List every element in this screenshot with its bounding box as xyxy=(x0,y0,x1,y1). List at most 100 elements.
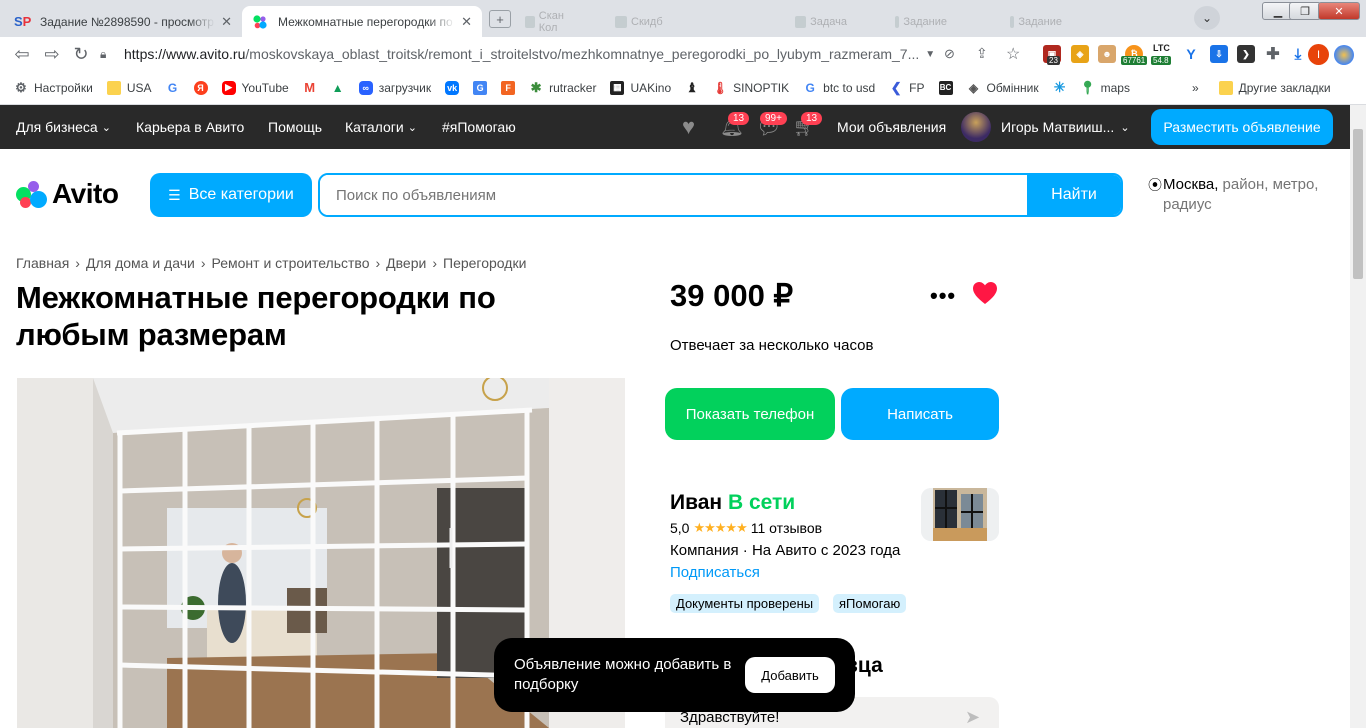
user-avatar[interactable] xyxy=(961,112,991,142)
bookmark-uakino[interactable]: ▦ UAKino xyxy=(610,80,671,95)
bookmark-star-icon[interactable]: ☆ xyxy=(1006,44,1020,64)
seller-name[interactable]: Иван В сети xyxy=(670,491,795,515)
bookmark-maps[interactable]: 📍︎ maps xyxy=(1079,79,1130,95)
subscribe-link[interactable]: Подписаться xyxy=(670,564,760,581)
send-icon[interactable]: ➤ xyxy=(965,707,980,728)
bookmark-usa[interactable]: USA xyxy=(106,80,152,95)
nav-business[interactable]: Для бизнеса ⌄ xyxy=(16,105,111,149)
background-tab[interactable]: Задание xyxy=(1010,12,1062,32)
extension-icon[interactable]: ◈ xyxy=(1071,45,1089,63)
forward-button[interactable]: ⇨ xyxy=(41,43,63,65)
page-scrollbar[interactable] xyxy=(1350,105,1366,728)
location-selector[interactable]: ⦿ Москва, район, метро, радиус xyxy=(1148,175,1338,215)
seller-avatar[interactable] xyxy=(921,488,999,541)
bookmark-settings[interactable]: ⚙ Настройки xyxy=(14,79,93,95)
reload-button[interactable]: ↻ xyxy=(70,43,92,65)
ltc-label[interactable]: LTC xyxy=(1153,43,1170,53)
close-icon: ✕ xyxy=(1334,5,1344,18)
background-tab[interactable]: Задача xyxy=(795,12,847,32)
seller-rating[interactable]: 5,0 ★★★★★ 11 отзывов xyxy=(670,520,822,536)
nav-ihelp[interactable]: #яПомогаю xyxy=(442,105,516,149)
avito-logo[interactable]: Avito xyxy=(16,178,119,210)
browser-toolbar: ⇦ ⇨ ↻ 🔒︎ https://www.avito.ru/moskovskay… xyxy=(0,37,1366,71)
background-tab[interactable]: Задание xyxy=(895,12,947,32)
star-icon: ✳ xyxy=(1053,79,1066,95)
favorites-heart-icon[interactable]: ♥ xyxy=(682,105,695,149)
btc-price-badge: 67761 xyxy=(1121,56,1148,65)
thermometer-icon: 🌡︎ xyxy=(712,80,728,95)
extension-badge: 23 xyxy=(1047,56,1060,65)
bookmark-sinoptik[interactable]: 🌡︎ SINOPTIK xyxy=(712,80,790,95)
address-bar[interactable]: 🔒︎ https://www.avito.ru/moskovskaya_obla… xyxy=(100,41,942,67)
location-pin-icon: ⦿ xyxy=(1148,177,1162,193)
breadcrumb-item[interactable]: Для дома и дачи xyxy=(86,255,195,271)
bookmark-bc[interactable]: BC xyxy=(938,80,953,95)
chrome-menu-icon[interactable] xyxy=(1334,45,1354,65)
extension-icon[interactable]: ❯ xyxy=(1237,45,1255,63)
bookmark-btc[interactable]: Gbtc to usd xyxy=(803,81,875,95)
close-tab-icon[interactable]: ✕ xyxy=(221,14,232,30)
listing-title: Межкомнатные перегородки по любым размер… xyxy=(16,280,496,352)
bookmark-loader[interactable]: ∞ загрузчик xyxy=(358,80,431,95)
bookmark-chess[interactable]: ♝ xyxy=(685,80,699,95)
block-icon[interactable]: ⊘ xyxy=(944,46,955,62)
breadcrumb-item[interactable]: Двери xyxy=(386,255,426,271)
background-tab[interactable]: Скан Кол xyxy=(525,10,577,34)
bookmark-yandex[interactable]: Я xyxy=(193,80,208,95)
bookmark-star[interactable]: ✳ xyxy=(1053,79,1067,95)
show-phone-button[interactable]: Показать телефон xyxy=(665,388,835,440)
other-bookmarks[interactable]: Другие закладки xyxy=(1218,80,1331,95)
bookmark-gmail[interactable]: M xyxy=(303,80,317,95)
reviews-link[interactable]: 11 отзывов xyxy=(751,520,822,536)
favorite-heart-icon[interactable] xyxy=(972,281,998,305)
add-button[interactable]: Добавить xyxy=(745,657,835,693)
bookmark-drive[interactable]: ▲ xyxy=(331,81,345,95)
share-icon[interactable]: ⇪ xyxy=(976,45,988,62)
search-input[interactable] xyxy=(320,175,1027,215)
extension-icon[interactable]: ☻ xyxy=(1098,45,1116,63)
bookmark-google[interactable]: G xyxy=(166,81,180,95)
nav-help[interactable]: Помощь xyxy=(268,105,322,149)
background-tab[interactable]: Скидб xyxy=(615,12,667,32)
tab-search-button[interactable]: ⌄ xyxy=(1194,6,1220,30)
bookmark-rutracker[interactable]: ✱ rutracker xyxy=(529,80,597,95)
nav-career[interactable]: Карьера в Авито xyxy=(136,105,244,149)
breadcrumb-item[interactable]: Главная xyxy=(16,255,69,271)
bookmarks-overflow[interactable]: » xyxy=(1192,81,1199,95)
bookmark-translate[interactable]: G xyxy=(473,80,488,95)
post-ad-button[interactable]: Разместить объявление xyxy=(1151,109,1333,145)
bookmark-youtube[interactable]: ▶ YouTube xyxy=(221,80,289,95)
scrollbar-thumb[interactable] xyxy=(1353,129,1363,279)
restore-icon: ❐ xyxy=(1300,5,1310,18)
gear-icon: ⚙ xyxy=(15,79,27,95)
find-button[interactable]: Найти xyxy=(1027,175,1121,215)
new-tab-button[interactable]: + xyxy=(489,10,511,28)
bookmark-vk[interactable]: vk xyxy=(445,80,460,95)
browser-tab-task[interactable]: SP Задание №2898590 - просмотр з ✕ xyxy=(4,6,242,37)
all-categories-button[interactable]: ☰ Все категории xyxy=(150,173,312,217)
bookmark-f[interactable]: F xyxy=(501,80,516,95)
bookmark-exchanger[interactable]: ◈ Обмінник xyxy=(967,81,1039,95)
downloads-icon[interactable]: ⤓ xyxy=(1289,45,1307,63)
download-ext-icon[interactable]: ⇩ xyxy=(1210,45,1228,63)
map-pin-icon: 📍︎ xyxy=(1079,79,1096,95)
url-text[interactable]: https://www.avito.ru/moskovskaya_oblast_… xyxy=(124,46,919,62)
extension-icon[interactable]: Y xyxy=(1182,45,1200,63)
nav-catalogs[interactable]: Каталоги ⌄ xyxy=(345,105,417,149)
puzzle-icon[interactable]: ✚ xyxy=(1264,45,1282,63)
bookmark-fp[interactable]: ❮ FP xyxy=(889,80,925,95)
back-button[interactable]: ⇦ xyxy=(11,43,33,65)
maximize-button[interactable]: ❐ xyxy=(1289,2,1321,20)
nav-my-ads[interactable]: Мои объявления xyxy=(837,105,946,149)
rating-stars-icon: ★★★★★ xyxy=(693,520,747,535)
user-menu[interactable]: Игорь Матвииш... ⌄ xyxy=(1001,105,1130,149)
close-tab-icon[interactable]: ✕ xyxy=(461,14,472,30)
profile-avatar[interactable]: I xyxy=(1308,44,1329,65)
breadcrumb-item[interactable]: Перегородки xyxy=(443,255,526,271)
breadcrumb-item[interactable]: Ремонт и строительство xyxy=(212,255,370,271)
dropdown-icon[interactable]: ▼ xyxy=(925,49,935,60)
more-options-icon[interactable]: ••• xyxy=(930,283,956,309)
write-message-button[interactable]: Написать xyxy=(841,388,999,440)
browser-tab-avito[interactable]: Межкомнатные перегородки по ✕ xyxy=(242,6,482,37)
close-window-button[interactable]: ✕ xyxy=(1318,2,1360,20)
